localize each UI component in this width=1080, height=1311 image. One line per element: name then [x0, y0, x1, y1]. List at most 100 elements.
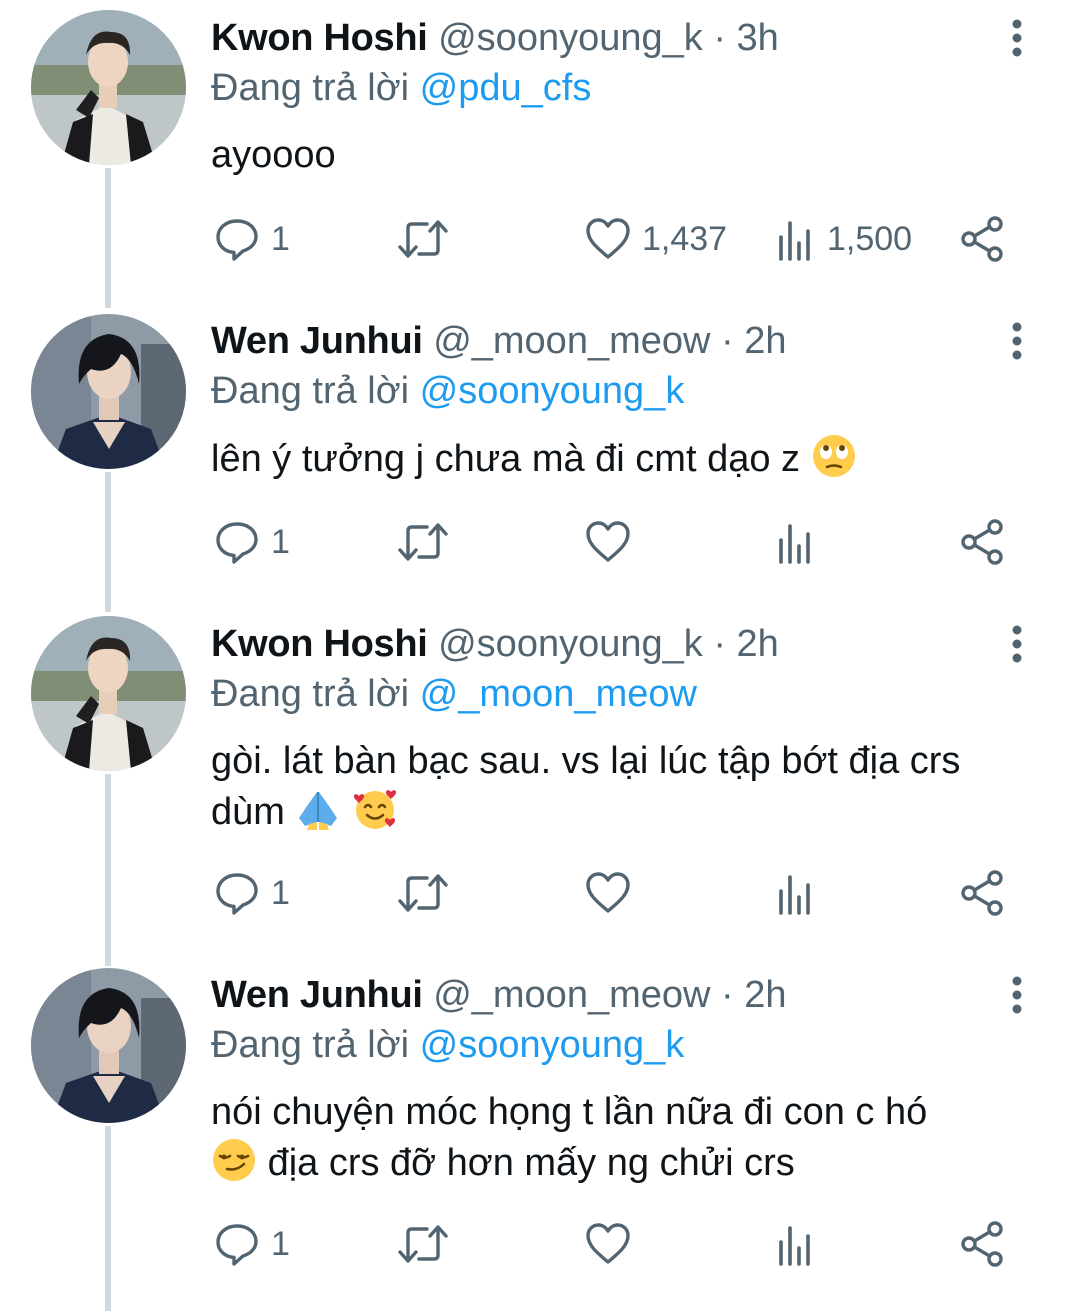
more-options-button[interactable] [1000, 620, 1034, 668]
views-button[interactable] [775, 517, 817, 567]
more-options-button[interactable] [1000, 317, 1034, 365]
views-button[interactable] [775, 868, 817, 918]
replying-to-label: Đang trả lời [211, 370, 410, 412]
share-button[interactable] [958, 1219, 1008, 1269]
share-button[interactable] [958, 868, 1008, 918]
more-options-button[interactable] [1000, 14, 1034, 62]
replying-to-label: Đang trả lời [211, 673, 410, 715]
avatar-image-wen-junhui [31, 968, 186, 1123]
timestamp[interactable]: 2h [737, 623, 779, 665]
like-count: 1,437 [642, 219, 728, 258]
folded-hands-emoji [295, 786, 341, 832]
avatar[interactable] [31, 968, 186, 1123]
tweet-header: Kwon Hoshi @soonyoung_k · 3h [211, 14, 970, 62]
share-icon [961, 519, 1003, 565]
replying-to: Đang trả lời @soonyoung_k [211, 367, 684, 415]
replying-to-label: Đang trả lời [211, 1024, 410, 1066]
bar-chart-icon [779, 221, 810, 261]
tweet-text-line: địa crs đỡ hơn mấy ng chửi crs [267, 1142, 795, 1184]
heart-outline-icon [586, 872, 630, 913]
like-button[interactable] [584, 1219, 632, 1269]
speech-bubble-icon [216, 219, 258, 261]
heart-outline-icon [586, 218, 630, 259]
views-button[interactable] [775, 1219, 817, 1269]
avatar-image-wen-junhui [31, 314, 186, 469]
reply-button[interactable]: 1 [213, 1219, 290, 1269]
folded-hands-icon [299, 792, 338, 830]
share-button[interactable] [958, 214, 1008, 264]
replying-to: Đang trả lời @soonyoung_k [211, 1021, 684, 1069]
avatar[interactable] [31, 10, 186, 165]
author-name[interactable]: Wen Junhui [211, 974, 423, 1016]
reply-button[interactable]: 1 [213, 868, 290, 918]
separator-dot: · [713, 17, 726, 59]
timestamp[interactable]: 3h [737, 17, 779, 59]
vertical-ellipsis-icon [1012, 625, 1022, 663]
reply-count: 1 [271, 219, 290, 258]
tweet-text: ayoooo [211, 130, 1061, 180]
timestamp[interactable]: 2h [744, 974, 786, 1016]
tweet-text: gòi. lát bàn bạc sau. vs lại lúc tập bớt… [211, 736, 1061, 837]
reply-button[interactable]: 1 [213, 517, 290, 567]
tweet[interactable]: Kwon Hoshi @soonyoung_k · 3h Đang trả lờ… [0, 0, 1080, 300]
replying-to: Đang trả lời @pdu_cfs [211, 64, 591, 112]
share-button[interactable] [958, 517, 1008, 567]
avatar[interactable] [31, 616, 186, 771]
retweet-arrows-icon [398, 523, 448, 561]
tweet-text-line: lên ý tưởng j chưa mà đi cmt dạo z [211, 438, 801, 480]
face-with-rolling-eyes-emoji [811, 433, 857, 479]
share-icon [961, 216, 1003, 262]
retweet-button[interactable] [396, 214, 450, 264]
author-handle[interactable]: @soonyoung_k [438, 623, 703, 665]
tweet-text-line-2: dùm [211, 786, 1061, 837]
tweet[interactable]: Wen Junhui @_moon_meow · 2h Đang trả lời… [0, 957, 1080, 1311]
tweet[interactable]: Kwon Hoshi @soonyoung_k · 2h Đang trả lờ… [0, 606, 1080, 954]
tweet-text-line: gòi. lát bàn bạc sau. vs lại lúc tập bớt… [211, 740, 961, 782]
tweet-text-line: ayoooo [211, 134, 336, 176]
author-name[interactable]: Kwon Hoshi [211, 17, 428, 59]
tweet-actions: 1 1,437 1,500 [0, 214, 1080, 264]
tweet-text-line: nói chuyện móc họng t lần nữa đi con c h… [211, 1091, 928, 1133]
more-options-button[interactable] [1000, 971, 1034, 1019]
timestamp[interactable]: 2h [744, 320, 786, 362]
share-icon [961, 870, 1003, 916]
reply-mention-link[interactable]: @pdu_cfs [420, 67, 592, 109]
avatar[interactable] [31, 314, 186, 469]
tweet[interactable]: Wen Junhui @_moon_meow · 2h Đang trả lời… [0, 303, 1080, 603]
like-button[interactable] [584, 868, 632, 918]
author-handle[interactable]: @soonyoung_k [438, 17, 703, 59]
views-button[interactable]: 1,500 [775, 214, 912, 264]
author-name[interactable]: Wen Junhui [211, 320, 423, 362]
like-button[interactable]: 1,437 [584, 214, 727, 264]
avatar-image-kwon-hoshi [31, 616, 186, 771]
heart-outline-icon [586, 521, 630, 562]
retweet-button[interactable] [396, 868, 450, 918]
author-handle[interactable]: @_moon_meow [433, 320, 710, 362]
separator-dot: · [721, 974, 734, 1016]
retweet-button[interactable] [396, 1219, 450, 1269]
separator-dot: · [721, 320, 734, 362]
avatar-image-kwon-hoshi [31, 10, 186, 165]
replying-to-label: Đang trả lời [211, 67, 410, 109]
reply-button[interactable]: 1 [213, 214, 290, 264]
separator-dot: · [713, 623, 726, 665]
tweet-actions: 1 [0, 517, 1080, 567]
reply-mention-link[interactable]: @soonyoung_k [420, 370, 685, 412]
retweet-arrows-icon [398, 220, 448, 258]
speech-bubble-icon [216, 873, 258, 915]
retweet-button[interactable] [396, 517, 450, 567]
reply-count: 1 [271, 1224, 290, 1263]
tweet-header: Wen Junhui @_moon_meow · 2h [211, 317, 970, 365]
vertical-ellipsis-icon [1012, 976, 1022, 1014]
reply-count: 1 [271, 873, 290, 912]
like-button[interactable] [584, 517, 632, 567]
author-name[interactable]: Kwon Hoshi [211, 623, 428, 665]
reply-mention-link[interactable]: @soonyoung_k [420, 1024, 685, 1066]
vertical-ellipsis-icon [1012, 322, 1022, 360]
heart-outline-icon [586, 1223, 630, 1264]
reply-mention-link[interactable]: @_moon_meow [420, 673, 697, 715]
replying-to: Đang trả lời @_moon_meow [211, 670, 697, 718]
retweet-arrows-icon [398, 874, 448, 912]
author-handle[interactable]: @_moon_meow [433, 974, 710, 1016]
speech-bubble-icon [216, 1224, 258, 1266]
